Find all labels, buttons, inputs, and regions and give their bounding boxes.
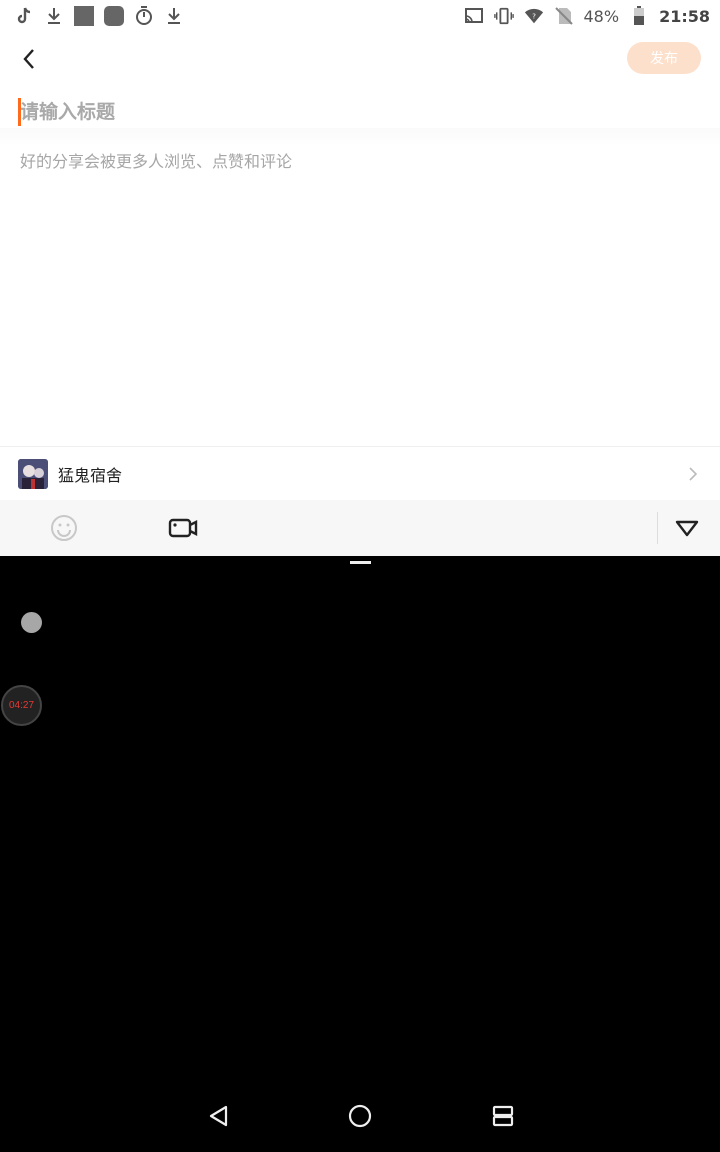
topic-avatar [18,458,48,489]
top-bar: 发布 [0,32,720,84]
nav-home-button[interactable] [342,1098,378,1134]
navigation-bar [0,1080,720,1152]
circle-home-icon [348,1104,372,1128]
clock: 21:58 [659,6,710,26]
triangle-back-icon [209,1105,228,1127]
status-bar-right: ? 48% 21:58 [464,6,710,26]
emoji-button[interactable] [50,514,78,542]
battery-percent: 48% [583,6,620,26]
back-button[interactable] [14,44,44,74]
text-cursor [18,98,21,126]
timer-text: 04:27 [8,700,35,711]
back-arrow-icon [23,49,34,69]
collapse-icon [675,520,699,537]
collapse-keyboard-button[interactable] [674,514,700,542]
battery-icon [629,6,649,26]
svg-text:?: ? [532,12,536,21]
vibrate-icon [493,6,514,26]
tiktok-icon [14,6,34,26]
square-icon [74,6,94,26]
topic-selector[interactable]: 猛鬼宿舍 [0,446,720,500]
title-divider [0,128,720,146]
status-bar: ? 48% 21:58 [0,0,720,32]
stopwatch-icon [134,6,154,26]
body-field[interactable] [20,148,700,438]
editor-toolbar [0,500,720,556]
title-input[interactable] [20,101,700,123]
publish-button[interactable]: 发布 [627,42,701,74]
download-icon [44,6,64,26]
cast-icon [464,6,484,26]
video-icon [168,518,198,538]
title-field[interactable] [0,94,720,130]
emoji-icon [51,515,77,541]
drag-handle[interactable] [350,561,371,564]
post-editor: 发布 猛鬼宿舍 [0,32,720,556]
topic-name: 猛鬼宿舍 [58,465,123,485]
download-icon [164,6,184,26]
chevron-right-icon [689,467,698,481]
wifi-icon: ? [524,6,544,26]
dark-panel: 04:27 [0,556,720,1152]
toolbar-divider [657,512,658,544]
body-input[interactable] [20,148,700,438]
floating-assistive-dot[interactable] [21,612,42,633]
floating-timer[interactable]: 04:27 [1,685,42,726]
recents-icon [492,1105,514,1127]
no-sim-icon [554,6,574,26]
video-button[interactable] [168,514,198,542]
rounded-square-icon [104,6,124,26]
status-bar-left [14,6,184,26]
nav-recents-button[interactable] [485,1098,521,1134]
nav-back-button[interactable] [200,1098,236,1134]
